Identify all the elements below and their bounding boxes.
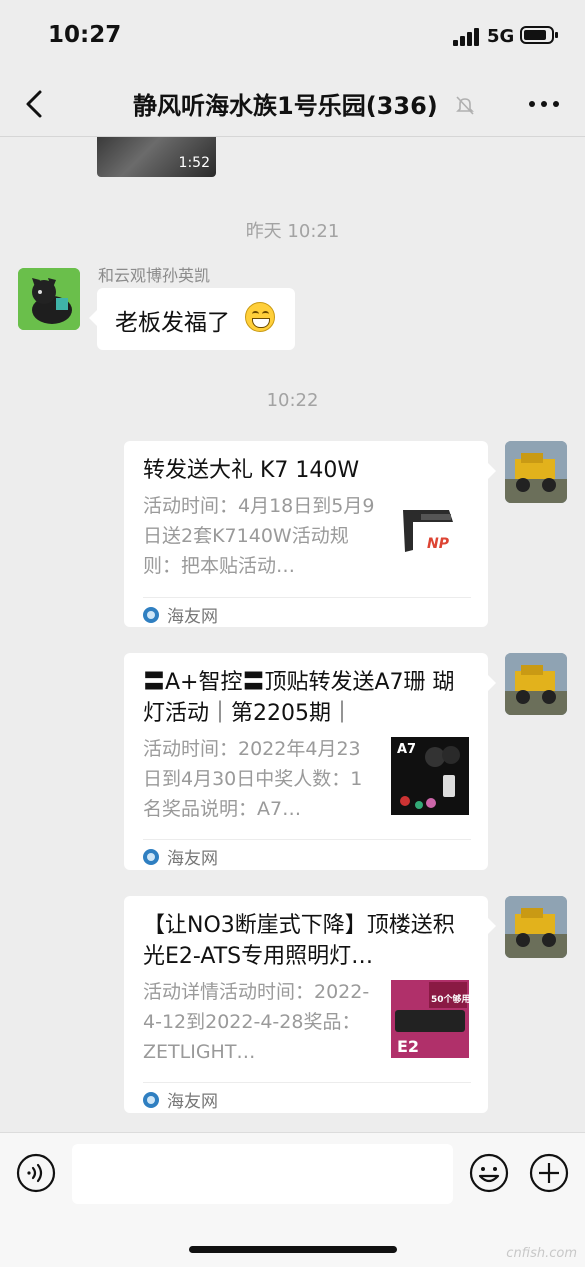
timestamp: 昨天 10:21 bbox=[245, 221, 340, 242]
message-text: 老板发福了 bbox=[115, 310, 230, 336]
muted-bell-icon bbox=[456, 96, 474, 115]
grin-emoji-icon bbox=[245, 302, 275, 332]
card-title: 〓A+智控〓顶贴转发送A7珊 瑚灯活动｜第2205期｜ bbox=[143, 670, 455, 726]
thumb-label: NP bbox=[427, 536, 450, 552]
card-description: 活动时间：4月18日到5月9日送2套K7140W活动规则：把本贴活动… bbox=[143, 495, 375, 577]
signal-icon bbox=[453, 28, 479, 46]
card-source: 海友网 bbox=[143, 597, 471, 628]
more-options-icon[interactable] bbox=[526, 92, 562, 116]
source-logo-icon bbox=[143, 1092, 159, 1108]
status-bar: 10:27 5G bbox=[0, 0, 585, 72]
card-description: 活动时间：2022年4月23日到4月30日中奖人数：1名奖品说明：A7… bbox=[143, 738, 363, 820]
chat-title: 静风听海水族1号乐园(336) bbox=[133, 92, 438, 120]
link-card[interactable]: 【让NO3断崖式下降】顶楼送积光E2-ATS专用照明灯… 活动详情活动时间：20… bbox=[124, 896, 496, 1113]
thumb-label: A7 bbox=[397, 742, 416, 757]
card-thumbnail: A7 bbox=[391, 737, 469, 815]
incoming-message-bubble[interactable]: 老板发福了 bbox=[89, 288, 295, 350]
battery-icon bbox=[520, 26, 558, 44]
card-thumbnail: NP bbox=[391, 500, 469, 578]
emoji-icon[interactable] bbox=[469, 1153, 509, 1193]
home-indicator[interactable] bbox=[189, 1246, 397, 1253]
network-type: 5G bbox=[487, 26, 515, 47]
add-attachment-icon[interactable] bbox=[529, 1153, 569, 1193]
card-title: 转发送大礼 K7 140W bbox=[143, 458, 360, 483]
timestamp: 10:22 bbox=[266, 390, 319, 411]
card-source: 海友网 bbox=[143, 1082, 471, 1113]
voice-input-icon[interactable] bbox=[16, 1153, 56, 1193]
thumb-label: E2 bbox=[397, 1037, 419, 1056]
sender-avatar[interactable] bbox=[18, 268, 80, 330]
card-description: 活动详情活动时间：2022-4-12到2022-4-28奖品：ZETLIGHT… bbox=[143, 981, 370, 1063]
source-name: 海友网 bbox=[167, 607, 218, 627]
back-arrow-icon[interactable] bbox=[18, 86, 54, 122]
link-card[interactable]: 转发送大礼 K7 140W 活动时间：4月18日到5月9日送2套K7140W活动… bbox=[124, 441, 496, 628]
link-card[interactable]: 〓A+智控〓顶贴转发送A7珊 瑚灯活动｜第2205期｜ 活动时间：2022年4月… bbox=[124, 653, 496, 870]
chat-header: 静风听海水族1号乐园(336) bbox=[0, 72, 585, 137]
card-thumbnail: 50个够用 E2 bbox=[391, 980, 469, 1058]
source-name: 海友网 bbox=[167, 849, 218, 869]
source-logo-icon bbox=[143, 607, 159, 623]
source-name: 海友网 bbox=[167, 1092, 218, 1112]
message-input[interactable] bbox=[72, 1144, 453, 1204]
thumb-badge: 50个够用 bbox=[431, 993, 469, 1005]
video-message[interactable]: 1:52 bbox=[97, 137, 216, 177]
sender-name: 和云观博孙英凯 bbox=[98, 266, 211, 285]
source-logo-icon bbox=[143, 849, 159, 865]
watermark: cnfish.com bbox=[506, 1246, 577, 1261]
card-title: 【让NO3断崖式下降】顶楼送积光E2-ATS专用照明灯… bbox=[143, 913, 455, 969]
video-duration: 1:52 bbox=[178, 155, 210, 171]
my-avatar[interactable] bbox=[505, 896, 567, 958]
my-avatar[interactable] bbox=[505, 653, 567, 715]
status-time: 10:27 bbox=[48, 22, 122, 48]
card-source: 海友网 bbox=[143, 839, 471, 870]
my-avatar[interactable] bbox=[505, 441, 567, 503]
